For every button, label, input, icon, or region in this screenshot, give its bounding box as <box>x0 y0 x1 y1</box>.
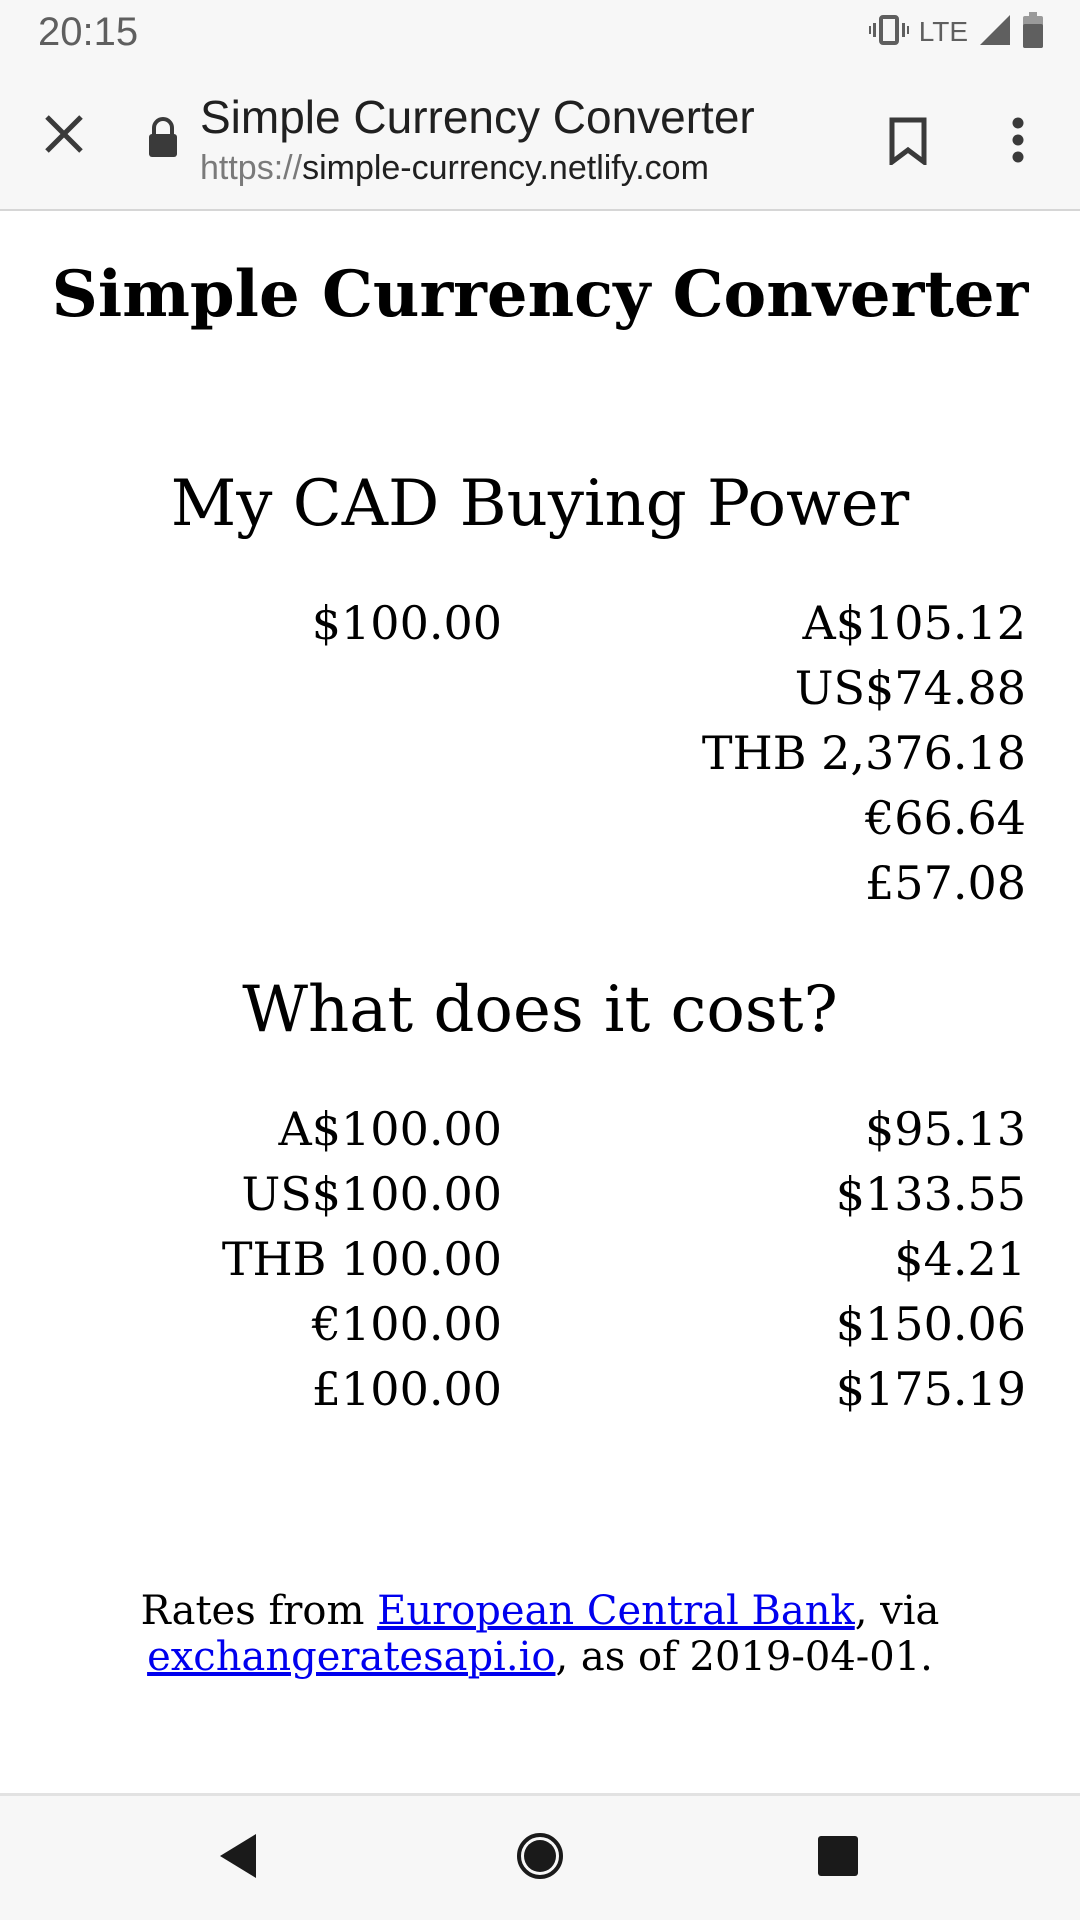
amount-to: £57.08 <box>865 856 1026 910</box>
browser-toolbar: Simple Currency Converter https://simple… <box>0 64 1080 211</box>
table-row: THB 2,376.18 <box>0 726 1080 791</box>
close-icon <box>44 114 84 159</box>
amount-to: $95.13 <box>865 1102 1026 1156</box>
footer-suffix: , as of 2019-04-01. <box>555 1634 933 1680</box>
recents-icon <box>817 1835 859 1881</box>
table-row: €100.00 $150.06 <box>0 1297 1080 1362</box>
footer-prefix: Rates from <box>140 1588 378 1634</box>
url-scheme: https:// <box>200 149 303 187</box>
overflow-menu-button[interactable] <box>996 108 1040 176</box>
close-tab-button[interactable] <box>30 102 98 170</box>
table-row: €66.64 <box>0 791 1080 856</box>
amount-from: A$100.00 <box>278 1102 502 1156</box>
signal-icon <box>978 13 1012 52</box>
table-row: THB 100.00 $4.21 <box>0 1232 1080 1297</box>
lock-icon <box>146 117 180 159</box>
amount-to: $150.06 <box>835 1297 1026 1351</box>
recents-button[interactable] <box>806 1826 870 1890</box>
system-nav-bar <box>0 1793 1080 1920</box>
ecb-link[interactable]: European Central Bank <box>377 1588 855 1634</box>
amount-to: US$74.88 <box>794 661 1026 715</box>
buying-power-table: $100.00 A$105.12 US$74.88 THB 2,376.18 €… <box>0 596 1080 921</box>
network-type-label: LTE <box>918 16 968 47</box>
url-label[interactable]: https://simple-currency.netlify.com <box>200 149 709 188</box>
table-row: US$100.00 $133.55 <box>0 1167 1080 1232</box>
url-host: simple-currency.netlify.com <box>302 149 709 187</box>
bookmark-icon <box>888 117 928 170</box>
amount-from: US$100.00 <box>241 1167 502 1221</box>
table-row: $100.00 A$105.12 <box>0 596 1080 661</box>
amount-from: €100.00 <box>311 1297 502 1351</box>
status-bar: 20:15 LTE <box>0 0 1080 64</box>
cost-table: A$100.00 $95.13 US$100.00 $133.55 THB 10… <box>0 1102 1080 1427</box>
rates-source-note: Rates from European Central Bank, via exc… <box>0 1588 1080 1680</box>
amount-to: €66.64 <box>865 791 1026 845</box>
vibrate-icon <box>868 14 909 51</box>
screen: 20:15 LTE Simple Currency Converter http… <box>0 0 1080 1920</box>
table-row: £57.08 <box>0 856 1080 921</box>
amount-from: $100.00 <box>311 596 502 650</box>
amount-to: $133.55 <box>835 1167 1026 1221</box>
amount-to: THB 2,376.18 <box>701 726 1026 780</box>
table-row: A$100.00 $95.13 <box>0 1102 1080 1167</box>
footer-middle: , via <box>854 1588 940 1634</box>
amount-from: £100.00 <box>311 1362 502 1416</box>
amount-to: $175.19 <box>835 1362 1026 1416</box>
back-button[interactable] <box>206 1826 270 1890</box>
page-content: Simple Currency Converter My CAD Buying … <box>0 213 1080 1793</box>
buying-power-heading: My CAD Buying Power <box>170 467 910 541</box>
home-button[interactable] <box>508 1826 572 1890</box>
table-row: £100.00 $175.19 <box>0 1362 1080 1427</box>
more-vert-icon <box>1011 116 1025 169</box>
amount-to: A$105.12 <box>802 596 1026 650</box>
table-row: US$74.88 <box>0 661 1080 726</box>
amount-to: $4.21 <box>894 1232 1026 1286</box>
back-icon <box>216 1832 260 1884</box>
bookmark-button[interactable] <box>880 112 936 174</box>
home-icon <box>515 1831 565 1885</box>
page-title-label: Simple Currency Converter <box>200 91 755 143</box>
amount-from: THB 100.00 <box>221 1232 502 1286</box>
exchangeratesapi-link[interactable]: exchangeratesapi.io <box>147 1634 555 1680</box>
page-heading: Simple Currency Converter <box>51 257 1029 332</box>
cost-heading: What does it cost? <box>242 973 838 1047</box>
status-time: 20:15 <box>38 10 139 54</box>
status-icons: LTE <box>868 11 1044 53</box>
battery-icon <box>1022 11 1044 53</box>
